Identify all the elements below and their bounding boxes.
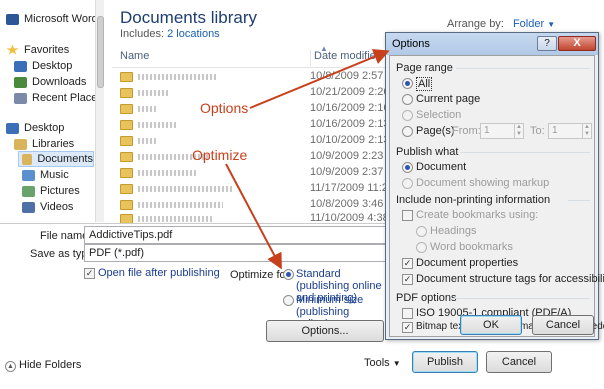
annotation-arrows xyxy=(225,49,390,270)
arrow-to-options xyxy=(249,49,390,109)
arrow-to-optimize xyxy=(225,163,282,270)
save-as-pdf-screen: Microsoft Word Favorites Desktop Downloa… xyxy=(0,0,604,389)
